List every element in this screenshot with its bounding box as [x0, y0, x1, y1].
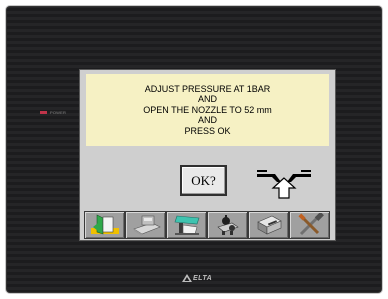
tool-nozzle-button[interactable] [166, 211, 207, 239]
ok-button[interactable]: OK? [180, 165, 227, 196]
tool-exit-button[interactable] [84, 211, 125, 239]
hmi-bezel: POWER ADJUST PRESSURE AT 1BAR AND OPEN T… [6, 6, 382, 293]
function-toolbar [84, 211, 331, 239]
message-line: PRESS OK [184, 125, 231, 136]
tool-press-button[interactable] [125, 211, 166, 239]
tool-cutter-button[interactable] [248, 211, 289, 239]
nozzle-open-arrow-icon [257, 170, 311, 199]
press-machine-icon [132, 215, 161, 236]
power-label: POWER [50, 110, 67, 115]
mechanism-icon [216, 215, 239, 235]
nozzle-setup-icon [174, 215, 199, 235]
cutter-icon [256, 215, 282, 235]
power-led-icon [40, 111, 47, 114]
message-line: OPEN THE NOZZLE TO 52 mm [143, 104, 272, 115]
message-line: AND [197, 115, 217, 126]
brand-name: ELTA [193, 274, 213, 282]
tool-maintenance-button[interactable] [289, 211, 330, 239]
exit-door-icon [90, 214, 119, 235]
instruction-message: ADJUST PRESSURE AT 1BAR AND OPEN THE NOZ… [86, 74, 329, 146]
touch-screen: ADJUST PRESSURE AT 1BAR AND OPEN THE NOZ… [79, 69, 336, 241]
message-line: AND [197, 94, 217, 105]
message-line: ADJUST PRESSURE AT 1BAR [144, 83, 271, 94]
maintenance-tools-icon [297, 213, 324, 236]
brand-logo: ELTA [182, 274, 212, 282]
power-indicator: POWER [40, 110, 66, 115]
tool-mechanism-button[interactable] [207, 211, 248, 239]
delta-triangle-icon [182, 274, 192, 282]
